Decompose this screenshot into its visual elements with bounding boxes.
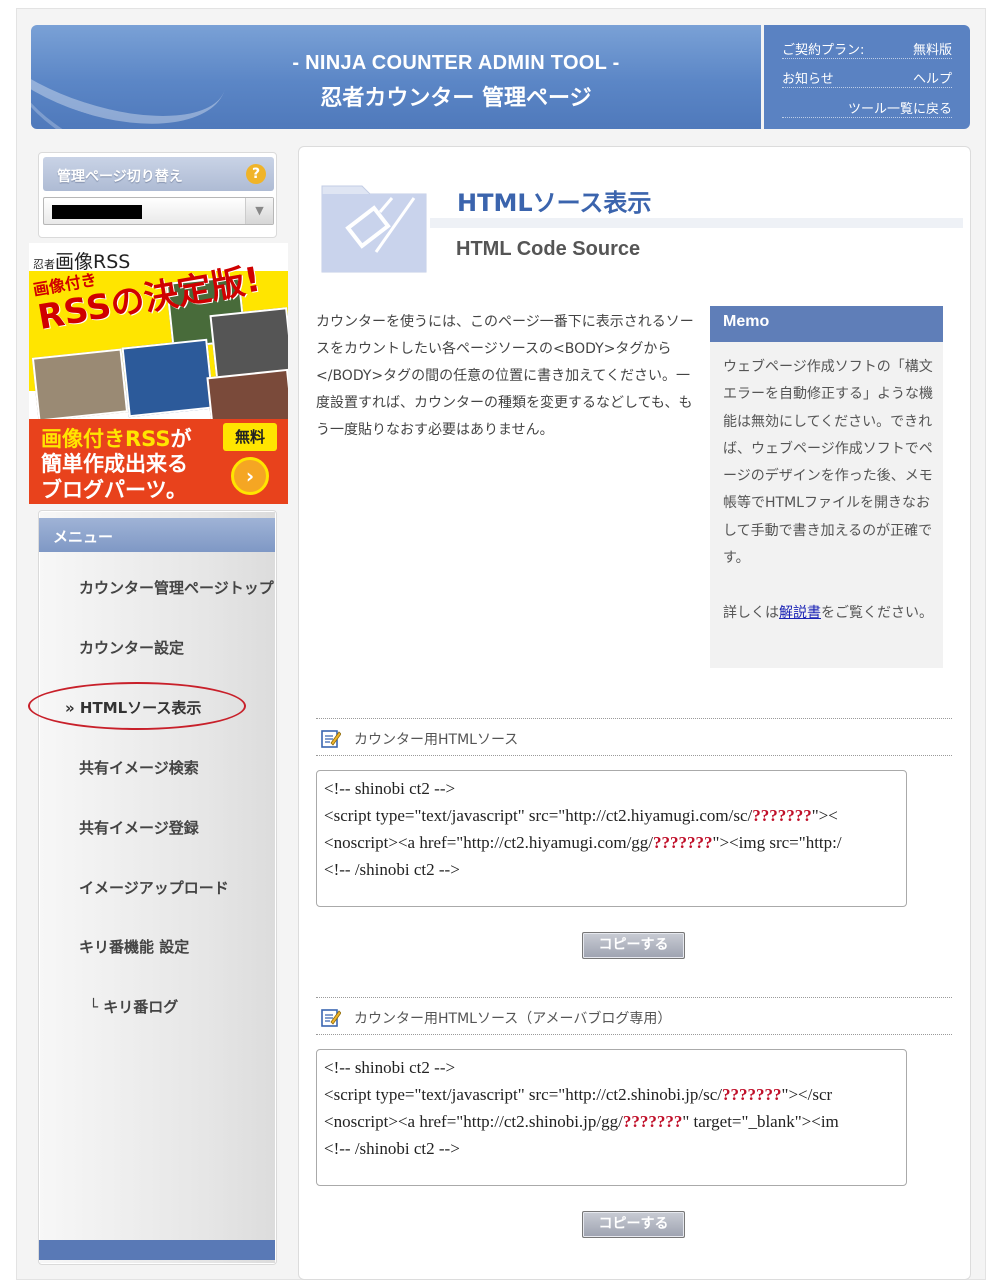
- banner-bottom: 画像付きRSSが 簡単作成出来る ブログパーツ。 無料 ›: [29, 419, 288, 504]
- section-label: カウンター用HTMLソース（アメーバブログ専用）: [354, 1011, 672, 1027]
- code-line: <script type="text/javascript" src="http…: [324, 806, 838, 825]
- sidebar-item-counter-settings[interactable]: カウンター設定: [79, 637, 184, 658]
- edit-icon: [321, 730, 341, 748]
- sidebar-item-kiriban-settings[interactable]: キリ番機能 設定: [79, 936, 189, 957]
- header-title-jp: 忍者カウンター 管理ページ: [320, 86, 592, 111]
- section-label: カウンター用HTMLソース: [354, 732, 519, 748]
- back-to-tools-link[interactable]: ツール一覧に戻る: [848, 98, 952, 117]
- page-switcher-title: 管理ページ切り替え: [57, 169, 183, 185]
- arrow-right-icon[interactable]: ›: [231, 457, 269, 495]
- menu-header: メニュー: [39, 518, 275, 552]
- page-select[interactable]: ▼: [43, 197, 274, 225]
- code-box[interactable]: <!-- shinobi ct2 --> <script type="text/…: [316, 1049, 907, 1186]
- banner-thumbnail: [31, 348, 129, 422]
- news-link[interactable]: お知らせ: [782, 68, 834, 87]
- plan-row: ご契約プラン: 無料版: [782, 31, 952, 59]
- manual-link[interactable]: 解説書: [779, 605, 821, 621]
- edit-icon: [321, 1009, 341, 1027]
- memo-more-before: 詳しくは: [723, 605, 779, 621]
- page-title: HTMLソース表示: [457, 189, 652, 217]
- page-subtitle: HTML Code Source: [456, 238, 641, 260]
- code-line: <!-- /shinobi ct2 -->: [324, 1139, 460, 1158]
- memo-body: ウェブページ作成ソフトの「構文エラーを自動修正する」ような機能は無効にしてくださ…: [723, 359, 933, 567]
- back-row: ツール一覧に戻る: [782, 90, 952, 118]
- links-row: お知らせ ヘルプ: [782, 60, 952, 88]
- code-line: <noscript><a href="http://ct2.hiyamugi.c…: [324, 833, 842, 852]
- code-box[interactable]: <!-- shinobi ct2 --> <script type="text/…: [316, 770, 907, 907]
- page-switcher-header: 管理ページ切り替え ?: [43, 157, 274, 191]
- chevron-down-icon[interactable]: ▼: [245, 198, 273, 224]
- header-banner: - NINJA COUNTER ADMIN TOOL - 忍者カウンター 管理ペ…: [31, 25, 761, 129]
- plan-box: ご契約プラン: 無料版 お知らせ ヘルプ ツール一覧に戻る: [764, 25, 970, 129]
- memo-more-after: をご覧ください。: [821, 605, 933, 621]
- code-line: <!-- /shinobi ct2 -->: [324, 860, 460, 879]
- banner-brand-small: 忍者: [33, 258, 55, 271]
- rss-ad-banner[interactable]: 忍者画像RSS 画像付き RSSの決定版! 画像付きRSSが 簡単作成出来る ブ…: [29, 243, 288, 504]
- memo-more: 詳しくは解説書をご覧ください。: [723, 600, 933, 627]
- code-line: <script type="text/javascript" src="http…: [324, 1085, 833, 1104]
- question-icon[interactable]: ?: [246, 164, 266, 184]
- page-switcher: 管理ページ切り替え ? ▼: [38, 152, 277, 238]
- code-line: <noscript><a href="http://ct2.shinobi.jp…: [324, 1112, 839, 1131]
- code-line: <!-- shinobi ct2 -->: [324, 1058, 456, 1077]
- copy-button[interactable]: コピーする: [582, 932, 685, 959]
- banner-thumbnail: [121, 338, 215, 418]
- menu-footer-bar: [39, 1240, 275, 1260]
- sidebar-item-shared-image-search[interactable]: 共有イメージ検索: [79, 757, 199, 778]
- folder-icon: [321, 185, 427, 273]
- sidebar-item-kiriban-log[interactable]: └ キリ番ログ: [89, 996, 178, 1017]
- plan-label: ご契約プラン:: [782, 43, 865, 58]
- menu-title: メニュー: [53, 528, 114, 546]
- memo-box: Memo ウェブページ作成ソフトの「構文エラーを自動修正する」ような機能は無効に…: [710, 306, 943, 668]
- sidebar-item-shared-image-register[interactable]: 共有イメージ登録: [79, 817, 199, 838]
- header-title-en: - NINJA COUNTER ADMIN TOOL -: [292, 52, 620, 74]
- banner-line3: ブログパーツ。: [41, 478, 187, 502]
- free-badge: 無料: [223, 423, 277, 451]
- code-line: <!-- shinobi ct2 -->: [324, 779, 456, 798]
- section-header: カウンター用HTMLソース（アメーバブログ専用）: [316, 997, 952, 1035]
- help-link[interactable]: ヘルプ: [913, 68, 952, 87]
- highlight-circle: [28, 682, 246, 730]
- intro-text: カウンターを使うには、このページ一番下に表示されるソースをカウントしたい各ページ…: [316, 314, 694, 438]
- sidebar-menu: メニュー カウンター管理ページトップ カウンター設定 » HTMLソース表示 共…: [38, 510, 277, 1265]
- sidebar-item-counter-top[interactable]: カウンター管理ページトップ: [79, 577, 274, 598]
- copy-button[interactable]: コピーする: [582, 1211, 685, 1238]
- title-stripe: [430, 218, 963, 228]
- redacted-value: [52, 205, 142, 219]
- memo-header: Memo: [710, 306, 943, 342]
- section-header: カウンター用HTMLソース: [316, 718, 952, 756]
- sidebar-item-image-upload[interactable]: イメージアップロード: [79, 877, 229, 898]
- plan-value: 無料版: [912, 43, 952, 58]
- memo-title: Memo: [723, 313, 770, 330]
